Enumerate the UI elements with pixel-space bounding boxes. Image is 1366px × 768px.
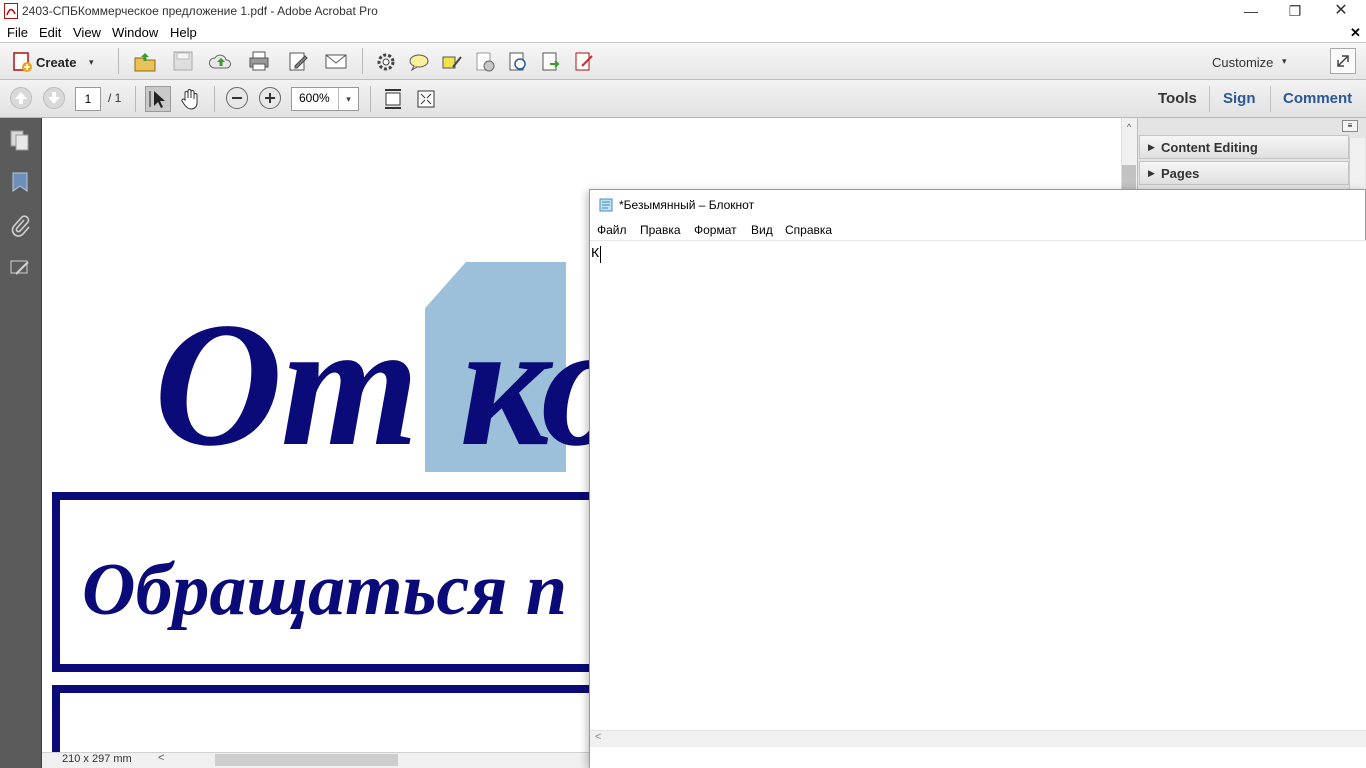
- arrow-up-icon: [15, 92, 27, 104]
- upload-cloud-icon[interactable]: [208, 50, 231, 72]
- zoom-in-button[interactable]: [259, 87, 281, 109]
- notepad-horizontal-scrollbar[interactable]: [590, 730, 1366, 747]
- sign-document-icon[interactable]: [573, 51, 595, 73]
- notepad-menu-format[interactable]: Формат: [694, 223, 737, 237]
- restore-button[interactable]: ❐: [1272, 0, 1318, 22]
- toolbar-separator: [214, 86, 215, 112]
- minimize-button[interactable]: —: [1228, 0, 1274, 22]
- panel-section-label: Pages: [1161, 166, 1200, 181]
- select-tool-button[interactable]: [145, 86, 171, 112]
- page-number-input[interactable]: 1: [75, 87, 101, 111]
- page-total-label: / 1: [108, 91, 122, 105]
- full-screen-button[interactable]: [415, 87, 437, 111]
- toolbar-separator: [135, 86, 136, 112]
- window-title: 2403-СПБКоммерческое предложение 1.pdf -…: [22, 4, 378, 18]
- previous-page-button[interactable]: [10, 87, 32, 109]
- fit-page-button[interactable]: [382, 87, 404, 111]
- cursor-arrow-icon: [149, 91, 165, 108]
- zoom-level-value: 600%: [299, 91, 330, 105]
- notepad-text-area[interactable]: [590, 240, 1366, 730]
- edit-document-icon[interactable]: [287, 50, 309, 72]
- hand-icon: [181, 89, 198, 110]
- main-toolbar: [0, 42, 1366, 80]
- expand-triangle-icon: ▶: [1148, 168, 1155, 178]
- tab-sign[interactable]: Sign: [1223, 90, 1256, 107]
- customize-button[interactable]: Customize: [1212, 55, 1273, 70]
- panel-scrollbar[interactable]: [1349, 138, 1365, 190]
- bookmarks-icon[interactable]: [8, 170, 32, 194]
- toolbar-separator: [370, 86, 371, 112]
- expand-icon: [1337, 55, 1349, 67]
- next-page-button[interactable]: [43, 87, 65, 109]
- panel-options-icon[interactable]: ≡: [1342, 120, 1358, 132]
- menu-bar: [0, 22, 1366, 42]
- plus-icon: [265, 93, 275, 103]
- menu-file[interactable]: File: [7, 25, 28, 40]
- export-pdf-icon[interactable]: [507, 51, 529, 73]
- vertical-scroll-thumb[interactable]: [1122, 165, 1136, 189]
- panel-section-label: Content Editing: [1161, 140, 1258, 155]
- tab-comment[interactable]: Comment: [1283, 90, 1352, 107]
- email-icon[interactable]: [324, 50, 347, 72]
- horizontal-scroll-thumb[interactable]: [215, 754, 398, 766]
- notepad-menu-help[interactable]: Справка: [785, 223, 832, 237]
- notepad-bottom-edge: [590, 747, 1366, 768]
- page-size-label: 210 x 297 mm: [62, 753, 132, 765]
- highlight-text-icon[interactable]: [441, 51, 463, 73]
- page-thumbnails-icon[interactable]: [8, 127, 32, 151]
- zoom-out-button[interactable]: [226, 87, 248, 109]
- notepad-app-icon: [599, 197, 613, 212]
- document-close-button[interactable]: ✕: [1350, 25, 1361, 41]
- document-heading: От ко: [154, 285, 630, 483]
- tab-separator: [1209, 86, 1210, 112]
- expand-view-button[interactable]: [1330, 48, 1356, 74]
- attachments-icon[interactable]: [8, 213, 32, 237]
- create-button[interactable]: Create: [36, 55, 76, 70]
- scroll-left-arrow-icon[interactable]: <: [595, 731, 601, 743]
- hand-tool-button[interactable]: [180, 87, 202, 111]
- scroll-left-arrow-icon[interactable]: <: [158, 752, 164, 764]
- create-dropdown-icon[interactable]: ▾: [89, 57, 94, 68]
- notepad-menu-file[interactable]: Файл: [597, 223, 627, 237]
- send-file-icon[interactable]: [540, 51, 562, 73]
- notepad-title: *Безымянный – Блокнот: [619, 198, 755, 212]
- scroll-up-arrow-icon[interactable]: ^: [1121, 122, 1137, 138]
- zoom-dropdown-button[interactable]: ▾: [338, 88, 358, 110]
- close-button[interactable]: ✕: [1318, 0, 1364, 22]
- acrobat-app-icon: [4, 3, 18, 19]
- open-icon[interactable]: [133, 50, 156, 72]
- menu-window[interactable]: Window: [112, 25, 158, 40]
- signatures-icon[interactable]: [8, 256, 32, 280]
- save-icon[interactable]: [172, 50, 194, 72]
- comment-bubble-icon[interactable]: [408, 51, 430, 73]
- notepad-menu-edit[interactable]: Правка: [640, 223, 681, 237]
- toolbar-separator: [118, 48, 119, 74]
- minus-icon: [232, 97, 242, 99]
- arrow-down-icon: [48, 92, 60, 104]
- print-icon[interactable]: [248, 50, 270, 72]
- customize-dropdown-icon[interactable]: ▾: [1282, 56, 1287, 67]
- notepad-content: К: [591, 246, 600, 262]
- fit-width-icon: [385, 89, 401, 109]
- expand-triangle-icon: ▶: [1148, 142, 1155, 152]
- stamp-icon[interactable]: [474, 51, 496, 73]
- menu-edit[interactable]: Edit: [39, 25, 61, 40]
- menu-view[interactable]: View: [73, 25, 101, 40]
- tab-separator: [1270, 86, 1271, 112]
- document-subheading: Обращаться п: [82, 549, 568, 631]
- toolbar-separator: [362, 48, 363, 74]
- tab-tools[interactable]: Tools: [1158, 90, 1197, 107]
- text-caret: [600, 246, 601, 263]
- menu-help[interactable]: Help: [170, 25, 197, 40]
- settings-icon[interactable]: [375, 51, 397, 73]
- create-pdf-icon: [12, 51, 34, 73]
- notepad-menu-view[interactable]: Вид: [751, 223, 773, 237]
- fullscreen-icon: [417, 90, 435, 108]
